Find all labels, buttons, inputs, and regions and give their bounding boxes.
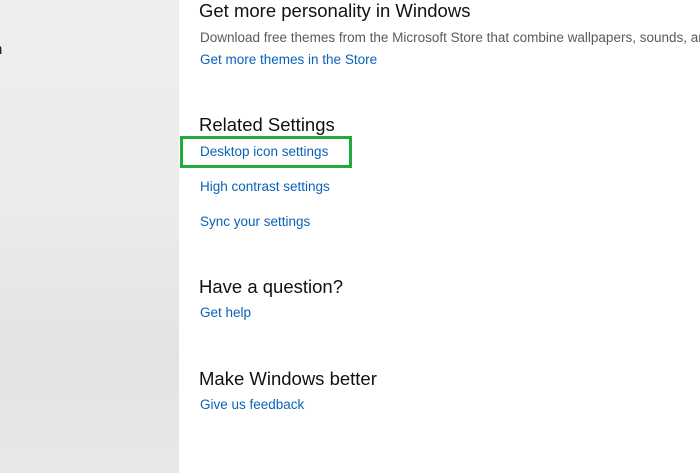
related-settings-heading: Related Settings <box>199 114 335 135</box>
personality-description: Download free themes from the Microsoft … <box>200 30 700 45</box>
get-themes-link[interactable]: Get more themes in the Store <box>200 52 377 67</box>
desktop-icon-settings-link[interactable]: Desktop icon settings <box>200 144 328 159</box>
make-windows-better-heading: Make Windows better <box>199 368 377 389</box>
personality-heading: Get more personality in Windows <box>199 0 471 21</box>
main-content: Get more personality in Windows Download… <box>179 0 700 473</box>
get-help-link[interactable]: Get help <box>200 305 251 320</box>
sync-settings-link[interactable]: Sync your settings <box>200 214 310 229</box>
have-question-heading: Have a question? <box>199 276 343 297</box>
settings-window: n Get more personality in Windows Downlo… <box>0 0 700 473</box>
sidebar: n <box>0 0 179 473</box>
give-feedback-link[interactable]: Give us feedback <box>200 397 304 412</box>
sidebar-item-label[interactable]: n <box>0 41 2 58</box>
high-contrast-settings-link[interactable]: High contrast settings <box>200 179 330 194</box>
